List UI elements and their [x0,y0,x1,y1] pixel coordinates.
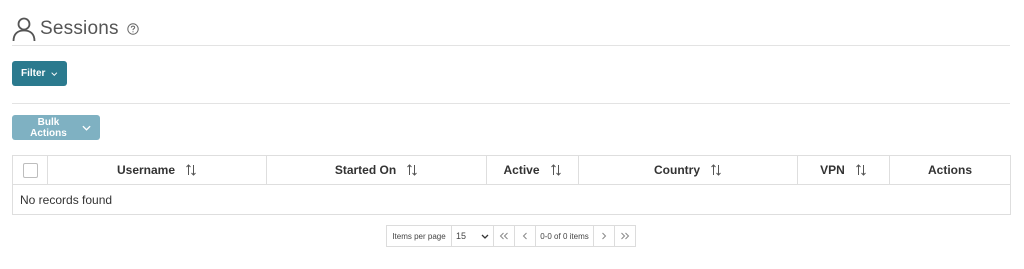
column-label: Active [503,163,540,177]
page-size-select[interactable]: 15 [452,225,494,247]
sort-icon[interactable] [710,164,722,176]
first-page-button[interactable] [494,225,515,247]
header-divider [12,45,1010,46]
chevron-down-icon [481,234,489,239]
column-header-actions: Actions [890,156,1010,184]
filter-button[interactable]: Filter [12,61,67,86]
pagination-info: 0-0 of 0 items [536,225,594,247]
sort-icon[interactable] [550,164,562,176]
user-icon [12,17,36,42]
column-label: VPN [820,163,845,177]
column-header-country[interactable]: Country [579,156,798,184]
chevron-right-icon [602,232,607,240]
help-circle-icon[interactable] [127,23,139,35]
double-chevron-left-icon [499,232,508,240]
table-header-row: Username Started On Active Country VPN A… [13,156,1010,185]
sort-icon[interactable] [406,164,418,176]
filter-button-label: Filter [21,68,46,79]
double-chevron-right-icon [621,232,630,240]
column-label: Actions [927,163,972,177]
column-header-started-on[interactable]: Started On [267,156,487,184]
chevron-down-icon [51,71,58,76]
sort-icon[interactable] [855,164,867,176]
column-label: Started On [334,163,397,177]
next-page-button[interactable] [594,225,615,247]
chevron-down-icon [82,125,91,131]
page-size-value: 15 [456,231,467,241]
column-header-vpn[interactable]: VPN [798,156,890,184]
toolbar-divider [12,103,1010,104]
select-all-cell [13,156,48,184]
column-label: Username [116,163,176,177]
select-all-checkbox[interactable] [22,162,38,178]
page-header: Sessions [12,14,139,44]
sort-icon[interactable] [185,164,197,176]
items-per-page-label: Items per page [386,225,452,247]
sessions-table: Username Started On Active Country VPN A… [12,155,1011,215]
empty-message: No records found [20,192,113,207]
page-title: Sessions [40,18,119,39]
previous-page-button[interactable] [515,225,536,247]
chevron-left-icon [522,232,527,240]
pagination: Items per page 15 0-0 of 0 items [386,225,636,247]
column-label: Country [654,163,700,177]
bulk-actions-button[interactable]: Bulk Actions [12,115,100,140]
bulk-actions-label: Bulk Actions [30,116,67,139]
column-header-active[interactable]: Active [487,156,579,184]
empty-state-row: No records found [13,185,1010,214]
last-page-button[interactable] [615,225,636,247]
column-header-username[interactable]: Username [48,156,267,184]
